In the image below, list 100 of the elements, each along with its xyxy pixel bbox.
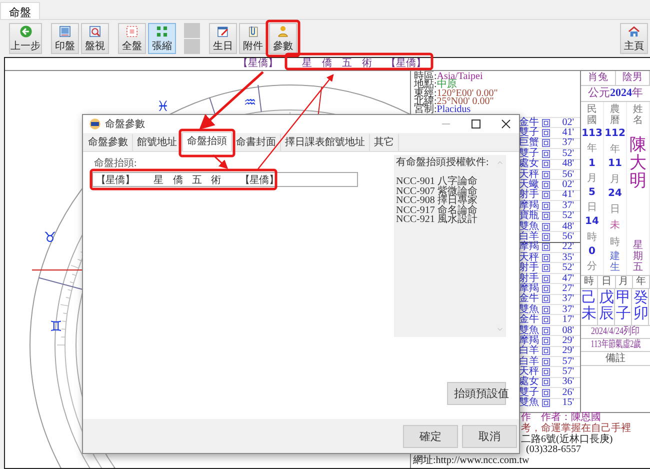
location-line: 地點:中原 [414, 81, 457, 90]
remarks-heading: 備註 [581, 352, 650, 366]
column-heading: 姓名 [633, 104, 643, 126]
zodiac-animal: 肖兔 [581, 71, 616, 85]
sign-name: 雙魚 [519, 398, 540, 408]
degree-value: 37' [561, 294, 574, 304]
sign-name: 雙子 [519, 148, 540, 159]
footer-line: (03)328-6557 [526, 445, 581, 456]
degree-value: 36' [561, 377, 574, 388]
degree-value: 29' [561, 346, 574, 356]
back-arrow-icon [18, 25, 32, 38]
sign-name: 天秤 [519, 170, 540, 180]
app-tab[interactable]: 命盤 [0, 2, 40, 19]
close-icon[interactable] [500, 118, 512, 130]
degree-value: 37' [561, 304, 574, 315]
toolbar-button[interactable]: 上一步 [9, 23, 42, 54]
title-input-field[interactable]: 【星僑】 星 僑 五 術 【星僑】 [92, 172, 358, 187]
date-value: 日 [610, 202, 620, 216]
home-icon [627, 25, 641, 38]
sign-name: 摩羯 [519, 284, 540, 294]
degree-value: 52' [561, 263, 574, 274]
sign-name: 天秤 [519, 367, 540, 378]
sign-name: 射手 [519, 263, 540, 274]
sign-name: 射手 [519, 190, 540, 200]
print-date: 2024/4/24列印 [591, 326, 640, 338]
degree-value: 52' [561, 148, 574, 159]
date-value: 月 [610, 172, 620, 186]
dialog-title: 命盤參數 [105, 118, 146, 131]
date-value: 24 [608, 188, 622, 200]
weekday-label: 星期五 [633, 240, 643, 273]
degree-value: 02' [561, 180, 574, 190]
scroll-down-icon [496, 325, 504, 333]
figure-icon [276, 25, 290, 38]
sign-name: 雙魚 [519, 326, 540, 336]
degree-value: 29' [561, 336, 574, 346]
software-item: NCC-907 紫微論命 [396, 186, 478, 196]
degree-value: 56' [561, 170, 574, 180]
calendar-pen-icon [216, 25, 230, 38]
chart-title: 【星僑】 [386, 58, 426, 70]
sign-name: 處女 [519, 159, 540, 170]
software-item: NCC-917 命名論命 [396, 206, 478, 216]
date-value: 1 [588, 158, 596, 169]
sign-name: 摩羯 [519, 242, 540, 252]
degree-value: 48' [561, 222, 574, 232]
list-title: 有命盤抬頭授權軟件: [396, 158, 489, 168]
zodiac-sign: ♊ [50, 319, 62, 335]
toolbar-button[interactable]: 張縮 [148, 23, 176, 54]
date-value: 年 [610, 142, 620, 156]
location-line: 東經:120°E00' 0.00" [414, 90, 498, 98]
date-value: 月 [587, 172, 597, 185]
scroll-up-icon [496, 159, 504, 167]
chart-title: 星 僑 五 術 [302, 58, 372, 70]
person-name: 陳大明 [630, 136, 646, 190]
toolbar-button[interactable]: 全盤 [118, 23, 146, 54]
toolbar-button[interactable]: 參數 [269, 23, 297, 54]
date-value: 建生 [610, 250, 620, 273]
degree-value: 48' [561, 159, 574, 170]
home-button[interactable]: 主頁 [620, 23, 648, 54]
sign-name: 雙子 [519, 388, 540, 398]
degree-value: 02' [561, 118, 574, 128]
sign-name: 白羊 [519, 356, 540, 367]
pillar-heading: 年 [632, 276, 650, 289]
sign-name: 白羊 [519, 232, 540, 242]
pillar-heading: 月 [616, 276, 633, 289]
pillar-heading: 日 [598, 276, 616, 289]
maximize-icon[interactable] [470, 118, 482, 130]
footer-line: 考，命運掌握在自己手裡 [521, 424, 631, 434]
toolbar-button[interactable]: 印盤 [51, 23, 79, 54]
sign-name: 巨蟹 [519, 138, 540, 148]
date-value: 分 [587, 260, 597, 273]
date-value: 112 [604, 128, 626, 140]
gender-label: 陰男 [616, 71, 650, 85]
degree-value: 37' [561, 200, 574, 211]
age-note: 113年節氣虛2歲 [590, 338, 641, 350]
pillar-value: 戊辰 [598, 289, 615, 324]
date-value: 0 [588, 246, 596, 257]
degree-value: 41' [561, 190, 574, 200]
dashed-frame-icon [125, 25, 139, 38]
sign-name: 金牛 [519, 315, 540, 326]
toolbar-button[interactable]: 附件 [239, 23, 267, 54]
sign-name: 金牛 [519, 118, 540, 128]
degree-value: 08' [561, 326, 574, 336]
sign-name: 射手 [519, 274, 540, 284]
dialog-button[interactable]: 確定 [403, 424, 458, 448]
date-value: 年 [587, 142, 597, 156]
degree-value: 57' [561, 367, 574, 378]
sign-name: 摩羯 [519, 336, 540, 346]
field-label: 命盤抬頭: [93, 158, 137, 170]
dialog-tab[interactable]: 命盤抬頭 [182, 132, 232, 151]
footer-line: 作 作者：陳恩國 [521, 413, 601, 423]
highlight-frame [178, 128, 236, 158]
toolbar-button[interactable]: 盤視 [81, 23, 109, 54]
sign-name: 白羊 [519, 346, 540, 356]
degree-value: 17' [561, 315, 574, 326]
degree-value: 35' [561, 252, 574, 263]
date-value: 113 [582, 128, 602, 140]
dialog-button[interactable]: 取消 [462, 424, 517, 448]
degree-value: 26' [561, 388, 574, 398]
magnifier-icon [88, 25, 102, 38]
toolbar-button[interactable]: 生日 [209, 23, 237, 54]
